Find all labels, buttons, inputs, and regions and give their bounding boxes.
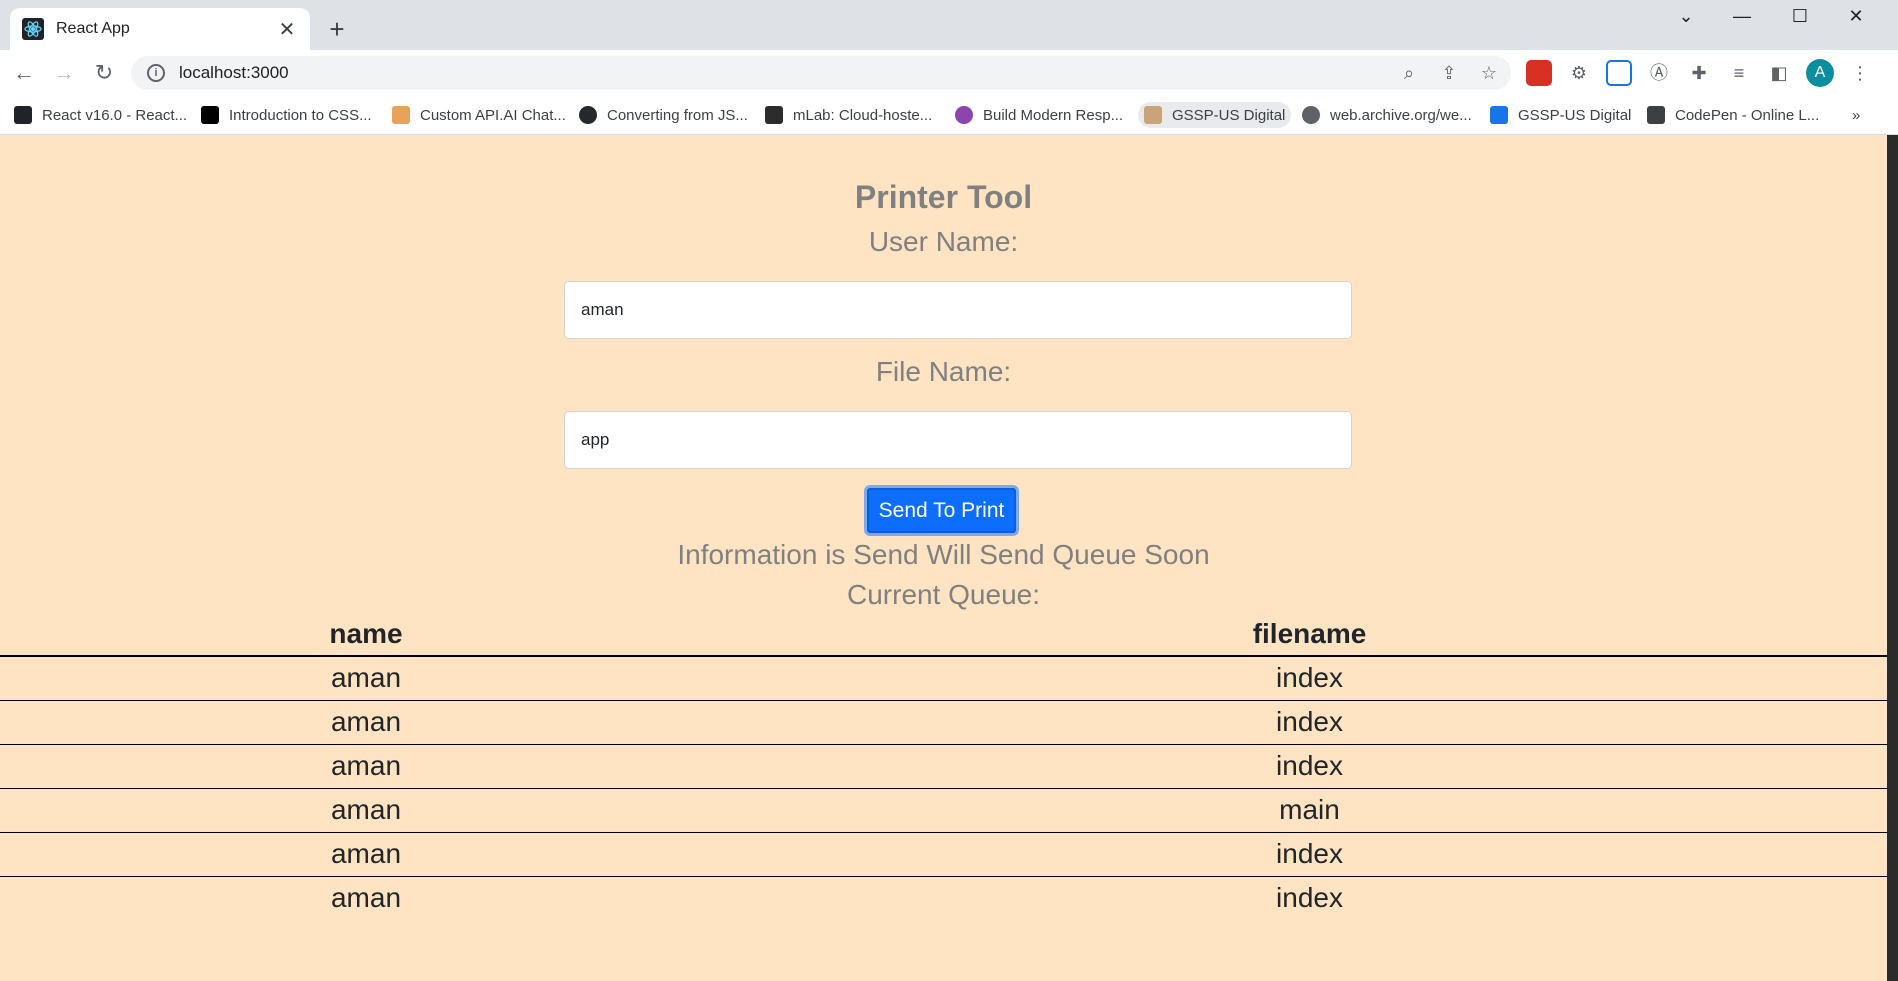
close-window-icon[interactable]: ✕: [1828, 0, 1884, 32]
browser-tab[interactable]: React App ✕: [10, 8, 310, 50]
extension-gear-icon[interactable]: ⚙: [1564, 58, 1594, 88]
cell-name: aman: [0, 832, 732, 877]
extensions-puzzle-icon[interactable]: ✚: [1684, 58, 1714, 88]
bookmark-label: GSSP-US Digital: [1518, 106, 1632, 124]
close-tab-icon[interactable]: ✕: [276, 17, 298, 42]
minimize-icon[interactable]: —: [1714, 0, 1770, 32]
bookmark-label: CodePen - Online L...: [1675, 106, 1820, 124]
bookmark-label: React v16.0 - React...: [42, 106, 188, 124]
new-tab-icon[interactable]: +: [322, 14, 352, 44]
file-name-label: File Name:: [875, 356, 1012, 387]
bookmark-item[interactable]: mLab: Cloud-hoste...: [765, 102, 932, 128]
page-scrollbar[interactable]: [1887, 135, 1898, 981]
page-viewport: Printer Tool User Name: File Name: Send …: [0, 135, 1887, 981]
cell-filename: index: [732, 656, 1887, 701]
tab-title: React App: [56, 20, 130, 37]
mdn-icon: [201, 106, 219, 124]
queue-table: name filename aman index aman index aman inde…: [0, 612, 1887, 920]
cell-name: aman: [330, 882, 402, 914]
profile-avatar[interactable]: A: [1806, 59, 1834, 87]
cell-name: aman: [0, 656, 732, 701]
share-icon[interactable]: ⇪: [1434, 58, 1464, 88]
site-info-icon[interactable]: i: [147, 64, 165, 82]
table-row: aman index: [0, 656, 1887, 701]
bookmark-item[interactable]: Introduction to CSS...: [201, 102, 372, 128]
table-row: aman index: [0, 744, 1887, 789]
globe-icon: [1302, 106, 1320, 124]
bookmark-item[interactable]: CodePen - Online L...: [1647, 102, 1819, 128]
react-icon: [22, 18, 44, 40]
current-queue-label: Current Queue:: [847, 579, 1040, 610]
cell-name: aman: [0, 788, 732, 833]
table-header-row: name filename: [0, 612, 1887, 657]
file-name-input[interactable]: [564, 411, 1352, 469]
extension-a-icon[interactable]: Ⓐ: [1644, 58, 1674, 88]
bookmark-item[interactable]: GSSP-US Digital: [1490, 102, 1631, 128]
bookmark-item[interactable]: Converting from JS...: [579, 102, 748, 128]
bookmark-item[interactable]: Custom API.AI Chat...: [392, 102, 566, 128]
zoom-icon[interactable]: ⌕: [1394, 58, 1424, 88]
bookmark-item[interactable]: GSSP-US Digital: [1138, 102, 1292, 128]
bookmarks-bar: React v16.0 - React... Introduction to CS…: [0, 96, 1898, 135]
bookmark-item[interactable]: Build Modern Resp...: [955, 102, 1123, 128]
info-icon: [955, 106, 973, 124]
column-header-name: name: [0, 612, 732, 657]
extension-record-icon[interactable]: [1606, 60, 1632, 86]
cell-filename: main: [732, 788, 1887, 833]
bookmark-label: GSSP-US Digital: [1172, 106, 1286, 124]
bookmark-item[interactable]: React v16.0 - React...: [14, 102, 187, 128]
bookmark-star-icon[interactable]: ☆: [1474, 58, 1504, 88]
table-row: aman index: [0, 700, 1887, 745]
tab-strip: React App ✕ + ⌄ — ☐ ✕: [0, 0, 1898, 50]
cell-name: aman: [0, 744, 732, 789]
avatar-icon: [1144, 106, 1162, 124]
user-name-input[interactable]: [564, 281, 1352, 339]
browser-toolbar: ← → ↻ i localhost:3000 ⌕ ⇪ ☆ ⚙ Ⓐ ✚ ≡ ◧ ⋮: [0, 50, 1898, 96]
bot-icon: [392, 106, 410, 124]
send-to-print-button[interactable]: Send To Print: [864, 485, 1019, 536]
cell-filename: index: [732, 744, 1887, 789]
reload-icon[interactable]: ↻: [89, 58, 119, 88]
more-bookmarks-icon[interactable]: »: [1852, 102, 1860, 128]
bookmark-label: Build Modern Resp...: [983, 106, 1124, 124]
back-icon[interactable]: ←: [9, 58, 39, 88]
mlab-icon: [765, 106, 783, 124]
bookmark-label: mLab: Cloud-hoste...: [793, 106, 933, 124]
table-row: aman index: [0, 876, 1887, 920]
status-message: Information is Send Will Send Queue Soon: [677, 539, 1210, 570]
forward-icon[interactable]: →: [49, 58, 79, 88]
bookmark-label: Introduction to CSS...: [229, 106, 372, 124]
table-row: aman index: [0, 832, 1887, 877]
page-title: Printer Tool: [854, 179, 1033, 215]
maximize-icon[interactable]: ☐: [1772, 0, 1828, 32]
cell-name: aman: [0, 700, 732, 745]
react-icon: [14, 106, 32, 124]
column-header-filename: filename: [732, 612, 1887, 657]
reading-list-icon[interactable]: ≡: [1724, 58, 1754, 88]
user-name-label: User Name:: [868, 226, 1019, 257]
gssp-icon: [1490, 106, 1508, 124]
cell-filename: index: [1276, 882, 1343, 914]
codepen-icon: [1647, 106, 1665, 124]
tab-search-icon[interactable]: ⌄: [1658, 0, 1714, 32]
address-url: localhost:3000: [179, 63, 289, 82]
table-row: aman main: [0, 788, 1887, 833]
bookmark-label: Custom API.AI Chat...: [420, 106, 566, 124]
bookmark-label: web.archive.org/we...: [1330, 106, 1472, 124]
github-icon: [579, 106, 597, 124]
side-panel-icon[interactable]: ◧: [1764, 58, 1794, 88]
bookmark-item[interactable]: web.archive.org/we...: [1302, 102, 1472, 128]
cell-filename: index: [732, 832, 1887, 877]
cell-filename: index: [732, 700, 1887, 745]
bookmark-label: Converting from JS...: [607, 106, 748, 124]
extension-red-icon[interactable]: [1526, 60, 1552, 86]
menu-icon[interactable]: ⋮: [1845, 58, 1875, 88]
queue-table-body: aman index aman index aman index aman main aman i…: [0, 656, 1887, 920]
address-bar[interactable]: i localhost:3000: [131, 56, 1511, 90]
